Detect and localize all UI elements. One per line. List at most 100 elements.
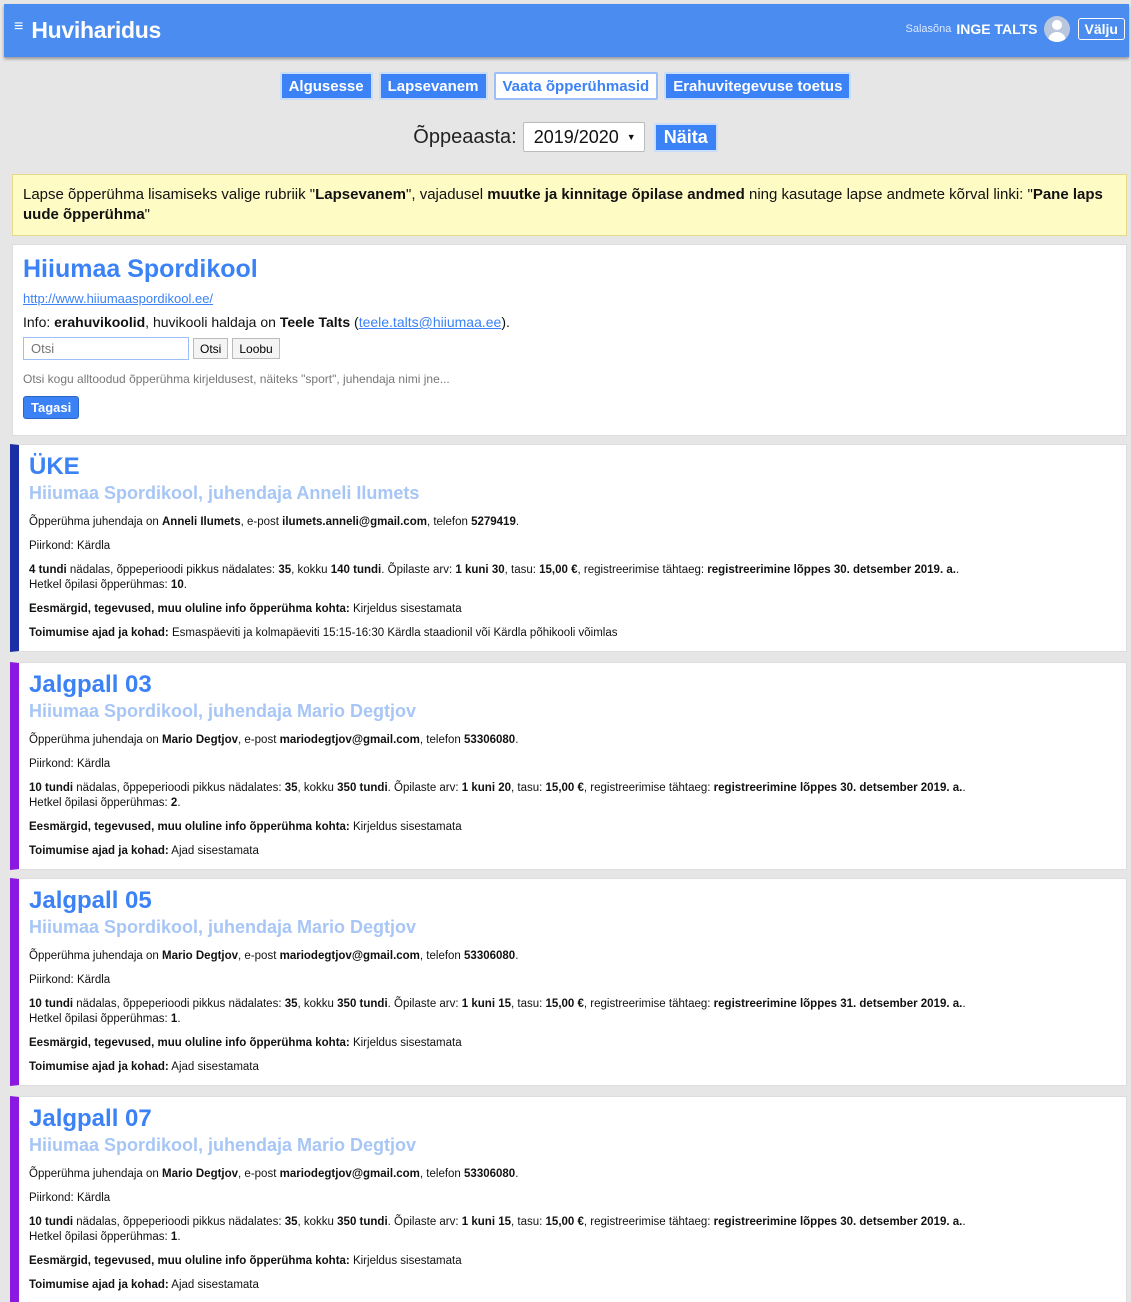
hamburger-menu-icon[interactable]: ≡ <box>14 18 23 36</box>
school-name: Hiiumaa Spordikool <box>23 255 258 283</box>
group-subtitle: Hiiumaa Spordikool, juhendaja Mario Degt… <box>29 701 417 721</box>
group-name[interactable]: Jalgpall 05 <box>29 887 1116 915</box>
label-text: , tasu: <box>511 782 546 794</box>
group-leader-line: Õpperühma juhendaja on Mario Degtjov, e-… <box>29 733 1116 748</box>
label-text: Õpperühma juhendaja on <box>29 950 162 962</box>
school-year-select[interactable]: 2019/2020 ▼ <box>522 122 645 152</box>
label-text: Piirkond: <box>29 974 77 986</box>
group-card: ÜKE Hiiumaa Spordikool, juhendaja Anneli… <box>10 444 1127 652</box>
cancel-button[interactable]: Loobu <box>232 338 280 359</box>
group-card: Jalgpall 05 Hiiumaa Spordikool, juhendaj… <box>10 878 1127 1086</box>
group-weeks: 35 <box>284 998 298 1010</box>
group-times-line: Toimumise ajad ja kohad: Ajad sisestamat… <box>29 844 1116 859</box>
group-deadline: registreerimine lõppes 30. detsember 201… <box>713 1216 963 1228</box>
label-text: . <box>962 782 966 794</box>
group-times-line: Toimumise ajad ja kohad: Esmaspäeviti ja… <box>29 626 1116 641</box>
label-text: . <box>955 564 960 576</box>
school-info-text: , huvikooli haldaja on <box>145 314 280 330</box>
group-subtitle: Hiiumaa Spordikool, juhendaja Anneli Ilu… <box>29 483 420 503</box>
school-manager: Teele Talts <box>279 314 351 330</box>
group-leader-line: Õpperühma juhendaja on Mario Degtjov, e-… <box>29 1167 1116 1182</box>
label-text: Eesmärgid, tegevused, muu oluline info õ… <box>29 1037 350 1049</box>
school-website-link[interactable]: http://www.hiiumaaspordikool.ee/ <box>23 291 213 306</box>
group-region: Kärdla <box>76 758 111 770</box>
user-avatar-icon[interactable] <box>1043 16 1070 42</box>
group-weeks: 35 <box>284 782 298 794</box>
school-type: erahuvikoolid <box>54 314 146 330</box>
label-text: , kokku <box>297 1216 338 1228</box>
group-leader: Anneli Ilumets <box>162 516 241 528</box>
group-goals-line: Eesmärgid, tegevused, muu oluline info õ… <box>29 820 1116 835</box>
group-phone: 5279419 <box>471 516 516 528</box>
search-row: Otsi Loobu <box>23 337 1116 360</box>
show-button[interactable]: Näita <box>653 122 718 152</box>
group-fee: 15,00 € <box>545 1216 584 1228</box>
group-students: 1 kuni 15 <box>461 998 511 1010</box>
label-text: , e-post <box>240 516 283 528</box>
nav-view-groups-button[interactable]: Vaata õpperühmasid <box>493 72 659 100</box>
label-text: Õpperühma juhendaja on <box>29 734 162 746</box>
group-schedule-line: 10 tundi nädalas, õppeperioodi pikkus nä… <box>29 1215 1116 1245</box>
nav-support-button[interactable]: Erahuvitegevuse toetus <box>664 72 852 100</box>
notice-text: " <box>144 206 150 223</box>
label-text: Piirkond: <box>29 758 77 770</box>
label-text: . <box>177 797 181 809</box>
label-text: . <box>177 1013 181 1025</box>
group-subtitle: Hiiumaa Spordikool, juhendaja Mario Degt… <box>29 917 417 937</box>
search-input[interactable] <box>23 337 189 360</box>
label-text: . <box>515 950 519 962</box>
notice-text: Lapse õpperühma lisamiseks valige rubrii… <box>23 186 316 203</box>
user-name: INGE TALTS <box>956 21 1038 37</box>
group-students: 1 kuni 15 <box>461 1216 511 1228</box>
label-text: , registreerimise tähtaeg: <box>583 998 714 1010</box>
label-text: , tasu: <box>511 1216 546 1228</box>
logout-button[interactable]: Välju <box>1077 18 1125 40</box>
school-year-value: 2019/2020 <box>533 126 619 147</box>
group-schedule-line: 10 tundi nädalas, õppeperioodi pikkus nä… <box>29 781 1116 811</box>
app-title[interactable]: Huviharidus <box>31 17 161 44</box>
group-region: Kärdla <box>76 974 111 986</box>
label-text: , e-post <box>238 734 280 746</box>
back-button[interactable]: Tagasi <box>23 396 80 419</box>
group-fee: 15,00 € <box>545 782 584 794</box>
group-hours: 10 tundi <box>29 1216 74 1228</box>
group-email: mariodegtjov@gmail.com <box>279 1168 420 1180</box>
group-current: 10 <box>170 579 184 591</box>
school-info-text: ( <box>350 314 359 330</box>
label-text: . <box>962 1216 966 1228</box>
notice-bold: muutke ja kinnitage õpilase andmed <box>487 186 745 203</box>
school-info-label: Info: <box>23 314 55 330</box>
group-leader: Mario Degtjov <box>162 734 239 746</box>
top-bar: ≡ Huviharidus Salasõna INGE TALTS Välju <box>4 4 1129 57</box>
group-fee: 15,00 € <box>539 564 578 576</box>
group-schedule-line: 4 tundi nädalas, õppeperioodi pikkus näd… <box>29 563 1116 593</box>
nav-home-button[interactable]: Algusesse <box>279 72 373 100</box>
label-text: . <box>962 998 966 1010</box>
group-leader-line: Õpperühma juhendaja on Mario Degtjov, e-… <box>29 949 1116 964</box>
group-phone: 53306080 <box>464 734 516 746</box>
notice-text: ning kasutage lapse andmete kõrval linki… <box>744 186 1033 203</box>
group-name[interactable]: Jalgpall 03 <box>29 671 1116 699</box>
group-leader: Mario Degtjov <box>162 950 239 962</box>
group-times: Ajad sisestamata <box>168 1061 259 1073</box>
group-name[interactable]: ÜKE <box>29 453 1116 481</box>
group-weeks: 35 <box>278 564 292 576</box>
main-nav: Algusesse Lapsevanem Vaata õpperühmasid … <box>0 72 1131 100</box>
group-region-line: Piirkond: Kärdla <box>29 757 1116 772</box>
password-link[interactable]: Salasõna <box>906 23 952 35</box>
group-goals-line: Eesmärgid, tegevused, muu oluline info õ… <box>29 1254 1116 1269</box>
school-manager-email-link[interactable]: teele.talts@hiiumaa.ee <box>359 314 502 330</box>
group-phone: 53306080 <box>464 1168 516 1180</box>
label-text: nädalas, õppeperioodi pikkus nädalates: <box>73 998 285 1010</box>
group-goals: Kirjeldus sisestamata <box>349 1255 462 1267</box>
notice-text: ", vajadusel <box>406 186 488 203</box>
group-total: 350 tundi <box>337 998 388 1010</box>
nav-parent-button[interactable]: Lapsevanem <box>378 72 488 100</box>
label-text: . <box>515 516 520 528</box>
group-email: mariodegtjov@gmail.com <box>279 734 420 746</box>
search-button[interactable]: Otsi <box>193 338 229 359</box>
label-text: , registreerimise tähtaeg: <box>583 1216 714 1228</box>
group-name[interactable]: Jalgpall 07 <box>29 1105 1116 1133</box>
label-text: , registreerimise tähtaeg: <box>577 564 708 576</box>
group-email: mariodegtjov@gmail.com <box>279 950 420 962</box>
